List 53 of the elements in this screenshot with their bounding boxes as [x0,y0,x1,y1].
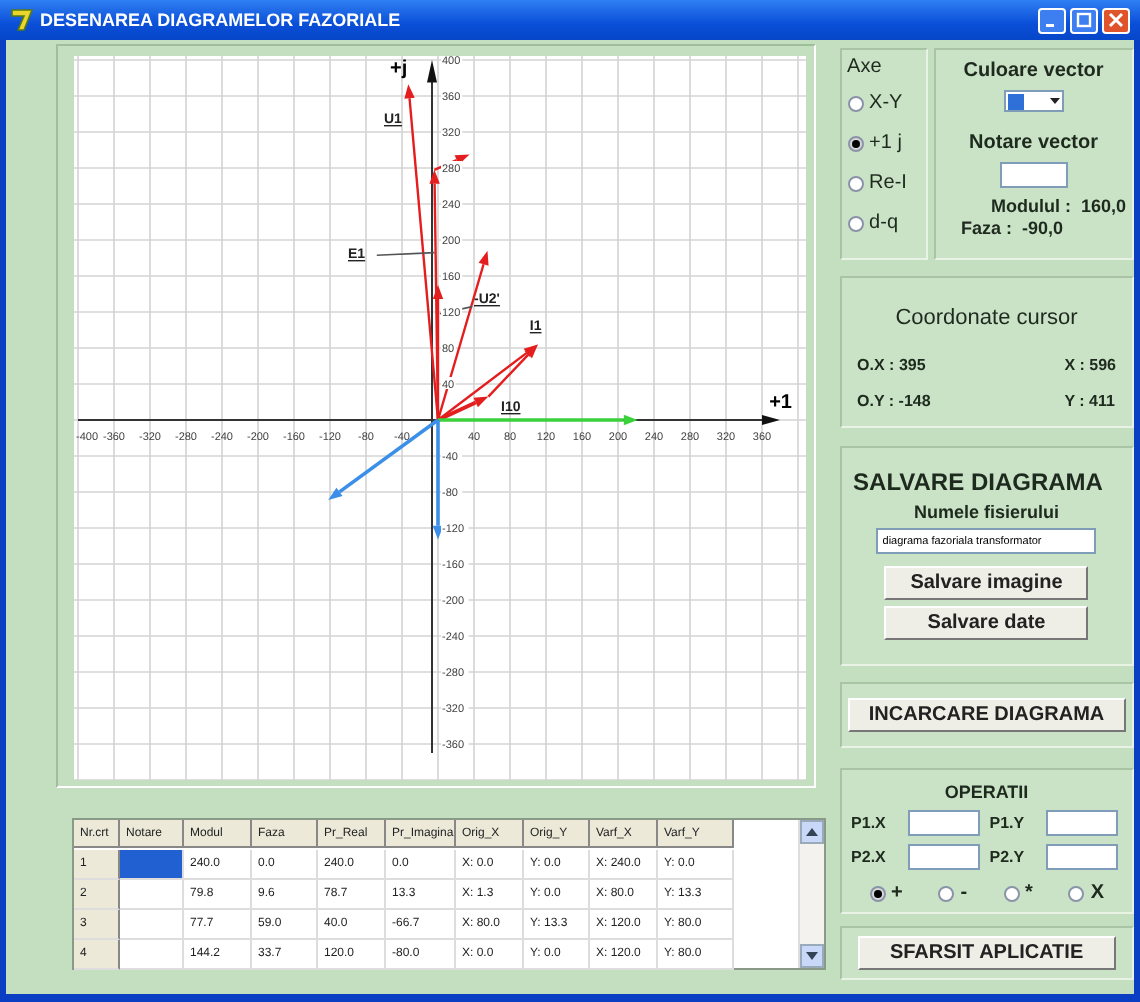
close-icon [1108,12,1124,28]
input-field[interactable] [1046,810,1118,836]
field-label: Notare vector [969,132,1098,154]
radio-button[interactable]: Re-I [847,172,920,194]
group-title: OPERATII [942,782,1031,802]
minimize-button[interactable] [1038,7,1066,33]
axis-label: +1 [769,392,792,414]
save-button[interactable]: Salvare date [884,606,1089,640]
table-cell[interactable] [120,940,184,970]
table-cell[interactable] [120,910,184,940]
radio-button[interactable]: X [1068,882,1105,904]
field-label: Culoare vector [963,60,1104,82]
color-dropdown[interactable] [1003,90,1064,112]
input-field[interactable] [999,162,1068,188]
leader-line [376,251,436,257]
input-field[interactable] [1046,844,1118,870]
input-field[interactable] [907,844,980,870]
coordinate-text: X : 596 [1064,356,1116,379]
group-title: Axe [847,56,884,78]
group-title: Coordonate cursor [893,306,1080,334]
save-button[interactable]: Salvare imagine [884,566,1089,600]
scroll-up-icon[interactable] [800,820,824,844]
coordinate-text: O.Y : -148 [857,391,933,414]
field-label: P1.Y [989,814,1027,832]
axis-label: +j [390,58,408,81]
table-cell[interactable] [120,880,184,910]
window-title: DESENAREA DIAGRAMELOR FAZORIALE [40,10,403,30]
coordinate-text: Y : 411 [1064,391,1116,414]
close-button[interactable] [1102,7,1130,33]
input-field[interactable] [907,810,980,836]
field-label: P1.X [851,814,888,832]
field-label: Numele fisierului [914,502,1060,522]
group-title: SALVARE DIAGRAMA [853,468,1103,496]
radio-button[interactable]: * [1003,882,1033,904]
scroll-down-icon[interactable] [800,944,824,968]
table-cell[interactable] [120,850,184,880]
radio-button[interactable]: +1 j [847,132,920,154]
app-icon [10,8,34,32]
maximize-icon [1076,12,1092,28]
coordinate-text: O.X : 395 [857,356,928,379]
radio-button[interactable]: d-q [847,212,920,234]
phase-text: Faza : -90,0 [961,218,1064,238]
modulus-text: Modulul : 160,0 [990,196,1126,216]
radio-button[interactable]: - [938,882,968,904]
radio-button[interactable]: + [869,882,903,904]
scrollbar[interactable] [798,820,824,968]
dropdown-arrow-icon [1049,98,1060,104]
radio-button[interactable]: X-Y [847,92,920,114]
maximize-button[interactable] [1070,7,1098,33]
field-label: P2.Y [989,848,1027,866]
exit-button[interactable]: SFARSIT APLICATIE [857,936,1116,970]
field-label: P2.X [851,848,888,866]
load-button[interactable]: INCARCARE DIAGRAMA [847,698,1126,732]
